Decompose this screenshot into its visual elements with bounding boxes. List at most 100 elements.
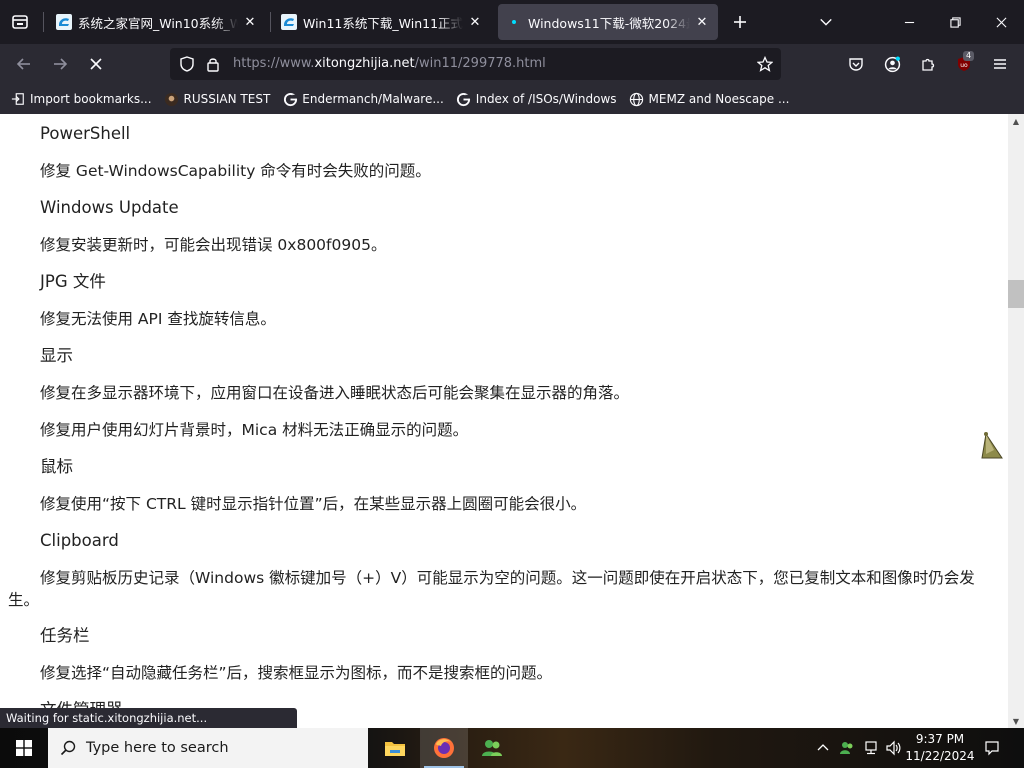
taskbar-people-app[interactable]: [468, 728, 516, 768]
taskbar-file-explorer[interactable]: [371, 728, 419, 768]
page-content: PowerShell 修复 Get-WindowsCapability 命令有时…: [0, 114, 1008, 728]
fix-paragraph: 修复使用“按下 CTRL 键时显示指针位置”后，在某些显示器上圆圈可能会很小。: [40, 495, 587, 513]
section-heading: 鼠标: [40, 457, 73, 476]
site-favicon: [164, 91, 180, 107]
windows-taskbar: Type here to search 9:37 PM 11/22/2024: [0, 728, 1024, 768]
taskbar-firefox[interactable]: [420, 728, 468, 768]
close-window-button[interactable]: [978, 0, 1024, 44]
clock-date: 11/22/2024: [905, 749, 975, 763]
minimize-icon: [904, 21, 914, 23]
firefox-icon: [434, 738, 454, 758]
network-icon: [865, 741, 877, 755]
page-scrollbar[interactable]: ▲ ▼: [1008, 114, 1024, 728]
tab-windows11-active[interactable]: Windows11下载-微软2024最后更 ✕: [498, 4, 718, 40]
scroll-down-arrow-icon[interactable]: ▼: [1008, 714, 1024, 728]
bookmark-russian-test[interactable]: RUSSIAN TEST: [164, 91, 271, 107]
bookmark-label: RUSSIAN TEST: [183, 92, 271, 106]
section-heading: 显示: [40, 346, 73, 365]
loading-dot-icon: [506, 14, 522, 30]
scrollbar-thumb[interactable]: [1008, 280, 1024, 308]
taskbar-clock[interactable]: 9:37 PM 11/22/2024: [900, 731, 980, 765]
taskbar-search-box[interactable]: Type here to search: [48, 728, 368, 768]
close-tab-icon[interactable]: ✕: [242, 14, 258, 30]
chevron-down-icon: [820, 18, 832, 26]
xitongzhijia-favicon: [281, 14, 297, 30]
fix-paragraph: 修复无法使用 API 查找旋转信息。: [40, 310, 276, 328]
navigation-toolbar: https://www.xitongzhijia.net/win11/29977…: [0, 44, 1024, 84]
pocket-button[interactable]: [840, 48, 872, 80]
chevron-up-icon: [817, 744, 829, 751]
close-icon: [996, 17, 1006, 27]
file-explorer-icon: [385, 742, 405, 756]
bookmark-import[interactable]: Import bookmarks...: [10, 91, 152, 107]
restore-icon: [949, 16, 961, 28]
back-button[interactable]: [8, 48, 40, 80]
section-heading: PowerShell: [40, 124, 131, 143]
notification-icon: [985, 741, 999, 756]
hamburger-menu-icon: [994, 59, 1006, 69]
search-icon: [60, 740, 76, 756]
account-button[interactable]: [876, 48, 908, 80]
bookmark-endermanch-malware[interactable]: Endermanch/Malware...: [282, 91, 444, 107]
import-icon: [10, 91, 26, 107]
google-g-icon: [456, 91, 472, 107]
floating-mascot-icon[interactable]: [980, 428, 1006, 462]
section-heading: Windows Update: [40, 198, 179, 217]
stop-loading-button[interactable]: [80, 48, 112, 80]
list-all-tabs-button[interactable]: [812, 8, 840, 36]
arrow-left-icon: [16, 58, 30, 70]
tab-xitongzhijia-home[interactable]: 系统之家官网_Win10系统_Wind ✕: [48, 4, 266, 40]
url-text[interactable]: https://www.xitongzhijia.net/win11/29977…: [233, 56, 546, 71]
bookmark-label: Index of /ISOs/Windows: [475, 92, 617, 106]
tab-win11-download[interactable]: Win11系统下载_Win11正式版_w ✕: [273, 4, 491, 40]
puzzle-piece-icon: [922, 58, 935, 71]
minimize-button[interactable]: [886, 0, 932, 44]
app-menu-button[interactable]: [984, 48, 1016, 80]
close-tab-icon[interactable]: ✕: [694, 14, 710, 30]
tab-title: Windows11下载-微软2024最后更: [528, 15, 690, 31]
fix-paragraph: 修复安装更新时，可能会出现错误 0x800f0905。: [40, 236, 387, 254]
section-heading: 任务栏: [40, 626, 90, 645]
extension-badge-count: 4: [963, 51, 975, 61]
people-app-icon: [482, 740, 502, 756]
svg-text:uo: uo: [960, 62, 968, 69]
scroll-up-arrow-icon[interactable]: ▲: [1008, 114, 1024, 128]
fix-paragraph: 修复用户使用幻灯片背景时，Mica 材料无法正确显示的问题。: [40, 421, 469, 439]
firefox-view-button[interactable]: [0, 0, 40, 44]
tab-title: 系统之家官网_Win10系统_Wind: [78, 15, 238, 31]
bookmark-memz[interactable]: MEMZ and Noescape ...: [629, 91, 789, 107]
url-bar[interactable]: https://www.xitongzhijia.net/win11/29977…: [170, 48, 781, 80]
bookmark-star-icon[interactable]: [757, 56, 773, 72]
speaker-icon: [886, 740, 901, 756]
show-hidden-icons-button[interactable]: [812, 728, 834, 768]
windows-logo-icon: [16, 740, 32, 756]
firefox-view-icon: [12, 15, 28, 29]
ublock-origin-button[interactable]: uo 4: [948, 48, 980, 80]
section-heading: Clipboard: [40, 531, 119, 550]
tab-title: Win11系统下载_Win11正式版_w: [303, 15, 463, 31]
restore-button[interactable]: [932, 0, 978, 44]
fix-paragraph: 修复在多显示器环境下，应用窗口在设备进入睡眠状态后可能会聚集在显示器的角落。: [40, 384, 630, 402]
extensions-button[interactable]: [912, 48, 944, 80]
start-button[interactable]: [0, 728, 48, 768]
tracking-shield-icon[interactable]: [179, 56, 195, 72]
tab-bar: 系统之家官网_Win10系统_Wind ✕ Win11系统下载_Win11正式版…: [0, 0, 1024, 44]
tray-people-icon: [840, 742, 853, 754]
bookmarks-toolbar: Import bookmarks... RUSSIAN TEST Enderma…: [0, 84, 1024, 114]
new-tab-button[interactable]: [726, 8, 754, 36]
pocket-icon: [849, 58, 863, 71]
bookmark-label: Endermanch/Malware...: [302, 92, 444, 106]
xitongzhijia-favicon: [56, 14, 72, 30]
bookmark-label: Import bookmarks...: [30, 92, 152, 106]
stop-x-icon: [90, 58, 102, 70]
section-heading: JPG 文件: [40, 272, 106, 291]
search-placeholder: Type here to search: [86, 740, 229, 756]
action-center-button[interactable]: [980, 728, 1004, 768]
bookmark-index-isos[interactable]: Index of /ISOs/Windows: [456, 91, 617, 107]
lock-icon[interactable]: [205, 56, 221, 72]
close-tab-icon[interactable]: ✕: [467, 14, 483, 30]
forward-button[interactable]: [44, 48, 76, 80]
tray-people-icon-button[interactable]: [836, 728, 858, 768]
network-button[interactable]: [860, 728, 882, 768]
fix-paragraph: 修复 Get-WindowsCapability 命令有时会失败的问题。: [40, 162, 431, 180]
